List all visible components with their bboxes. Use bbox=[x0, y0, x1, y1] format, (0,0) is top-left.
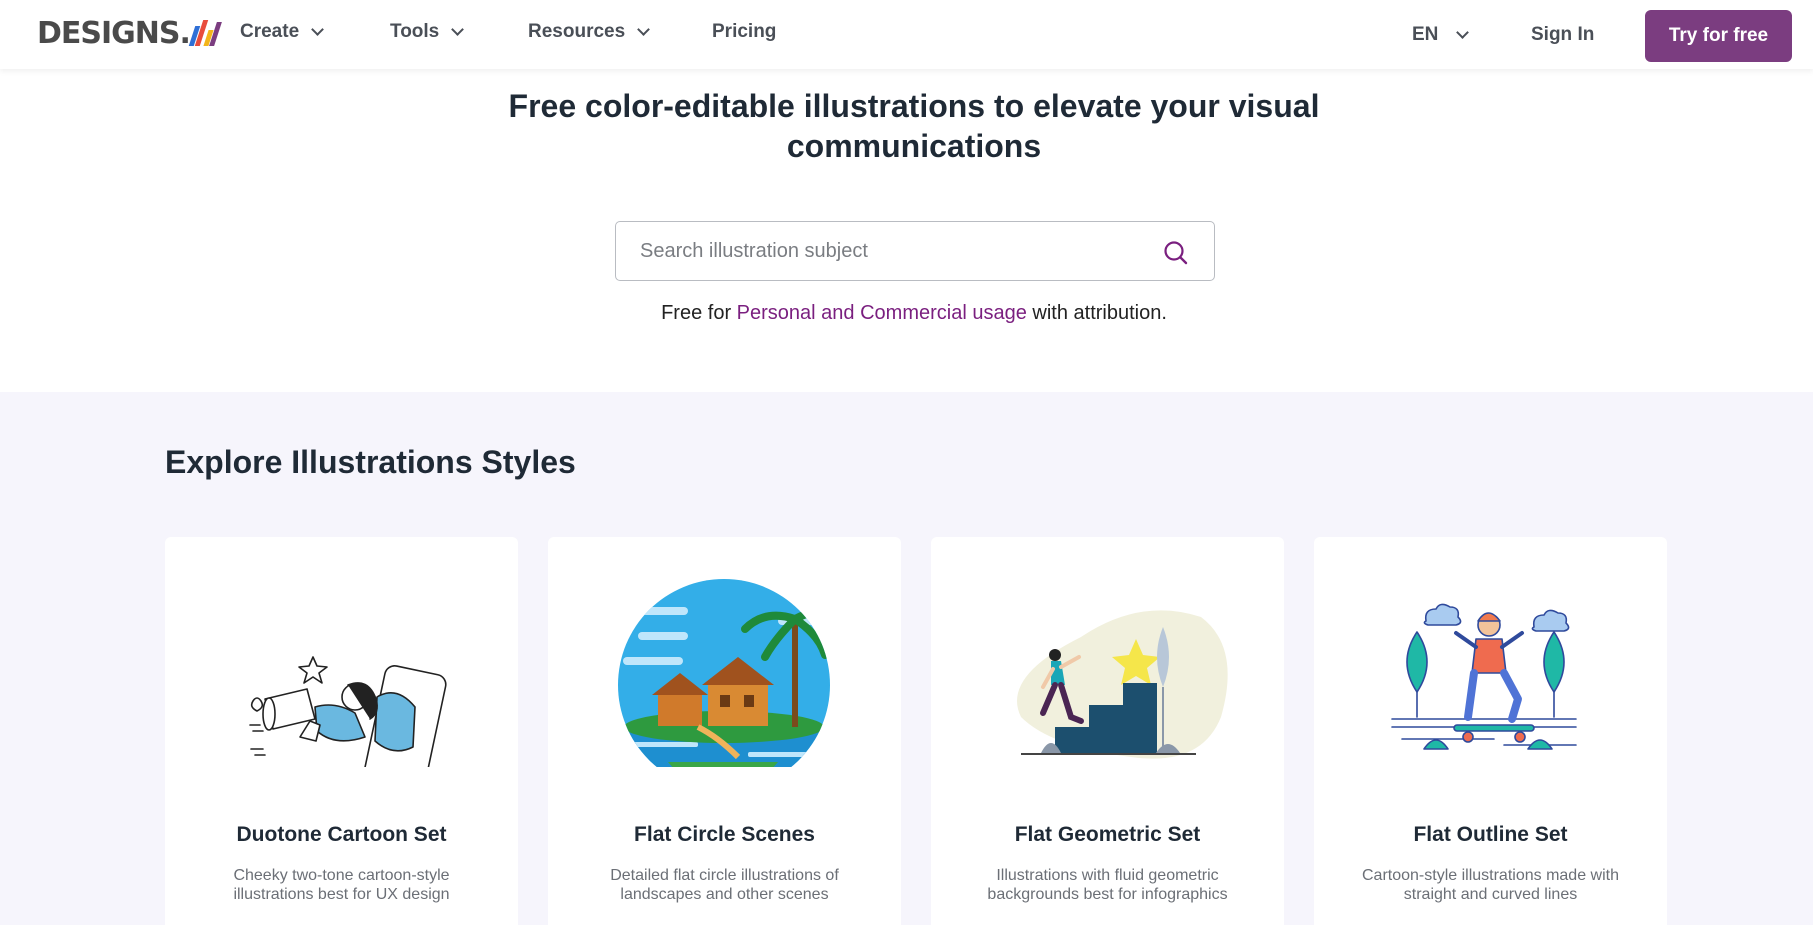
usage-suffix: with attribution. bbox=[1032, 302, 1167, 324]
card-description: Cheeky two-tone cartoon-style illustrati… bbox=[233, 867, 450, 903]
try-for-free-button[interactable]: Try for free bbox=[1645, 10, 1792, 62]
designs-ai-logo[interactable]: DESIGNS. bbox=[37, 15, 222, 51]
nav-tools[interactable]: Tools bbox=[390, 0, 465, 64]
chevron-down-icon bbox=[311, 23, 325, 36]
logo-text: DESIGNS. bbox=[37, 15, 191, 51]
section-title: Explore Illustrations Styles bbox=[165, 444, 576, 480]
usage-note: Free for Personal and Commercial usage w… bbox=[506, 302, 1322, 325]
card-description: Illustrations with fluid geometric backg… bbox=[987, 867, 1228, 903]
usage-terms-link[interactable]: Personal and Commercial usage bbox=[737, 302, 1027, 324]
logo-ai-mark bbox=[188, 20, 222, 46]
card-title: Flat Circle Scenes bbox=[634, 823, 815, 846]
search-box bbox=[615, 221, 1215, 281]
site-header: DESIGNS. Create Tools Resources Pricing … bbox=[0, 0, 1813, 69]
sign-in-link[interactable]: Sign In bbox=[1531, 3, 1594, 67]
nav-create-label: Create bbox=[240, 21, 300, 42]
card-title: Flat Outline Set bbox=[1413, 823, 1568, 846]
style-card-duotone-cartoon[interactable]: Duotone Cartoon Set Cheeky two-tone cart… bbox=[165, 537, 518, 925]
sign-in-label: Sign In bbox=[1531, 24, 1595, 45]
style-card-flat-geometric[interactable]: Flat Geometric Set Illustrations with fl… bbox=[931, 537, 1284, 925]
card-description: Cartoon-style illustrations made with st… bbox=[1362, 867, 1619, 903]
card-title: Duotone Cartoon Set bbox=[236, 823, 447, 846]
duotone-cartoon-illustration bbox=[249, 656, 447, 767]
chevron-down-icon bbox=[637, 23, 651, 36]
nav-pricing-label: Pricing bbox=[712, 21, 777, 42]
nav-tools-label: Tools bbox=[390, 21, 440, 42]
nav-resources-label: Resources bbox=[528, 21, 626, 42]
flat-outline-illustration bbox=[1391, 603, 1577, 750]
search-icon[interactable] bbox=[1163, 240, 1189, 266]
language-label: EN bbox=[1412, 24, 1439, 45]
language-selector[interactable]: EN bbox=[1412, 3, 1470, 67]
page-title: Free color-editable illustrations to ele… bbox=[508, 88, 1320, 164]
style-card-flat-outline[interactable]: Flat Outline Set Cartoon-style illustrat… bbox=[1314, 537, 1667, 925]
style-card-flat-circle[interactable]: Flat Circle Scenes Detailed flat circle … bbox=[548, 537, 901, 925]
search-input[interactable] bbox=[640, 222, 1140, 280]
nav-pricing[interactable]: Pricing bbox=[712, 0, 776, 64]
usage-prefix: Free for bbox=[661, 302, 732, 324]
card-description: Detailed flat circle illustrations of la… bbox=[610, 867, 839, 903]
chevron-down-icon bbox=[1456, 26, 1470, 39]
flat-geometric-illustration bbox=[1017, 610, 1228, 759]
nav-create[interactable]: Create bbox=[240, 0, 325, 64]
nav-resources[interactable]: Resources bbox=[528, 0, 651, 64]
card-title: Flat Geometric Set bbox=[1014, 823, 1201, 846]
flat-circle-scene-illustration bbox=[618, 579, 830, 767]
chevron-down-icon bbox=[451, 23, 465, 36]
